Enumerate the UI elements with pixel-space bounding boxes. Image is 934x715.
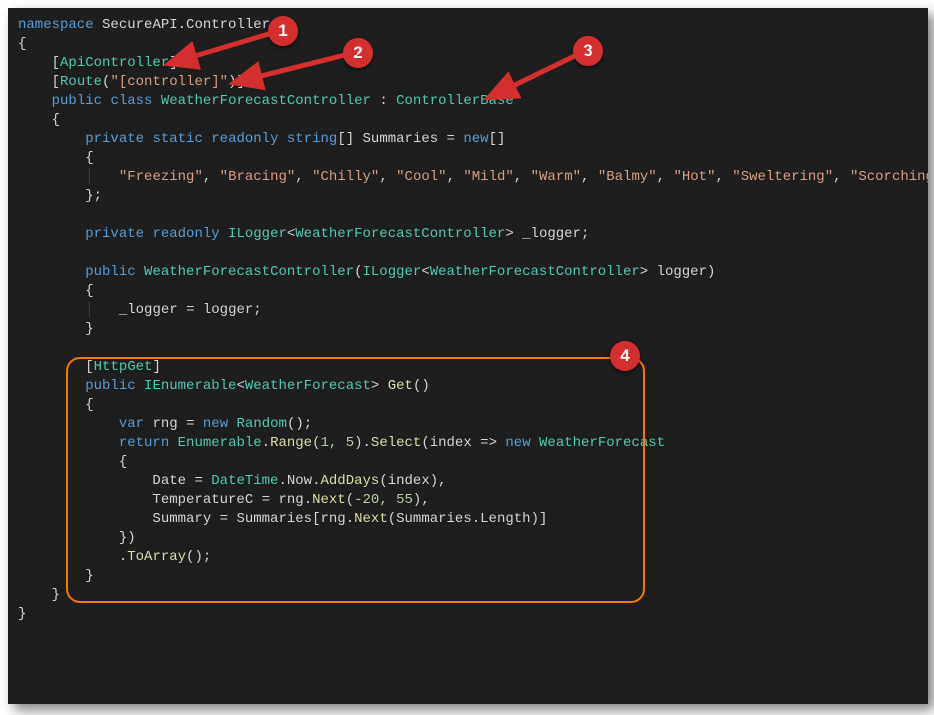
property: Summary — [152, 511, 211, 527]
type: Random — [237, 416, 287, 432]
string: "Freezing" — [119, 169, 203, 185]
keyword: new — [505, 435, 530, 451]
keyword: class — [110, 93, 152, 109]
variable: rng — [278, 492, 303, 508]
method: Get — [388, 378, 413, 394]
type: WeatherForecast — [539, 435, 665, 451]
property: Date — [152, 473, 186, 489]
type: ILogger — [228, 226, 287, 242]
type: WeatherForecastController — [430, 264, 640, 280]
keyword: string — [287, 131, 337, 147]
type: ILogger — [363, 264, 422, 280]
class-name: WeatherForecastController — [161, 93, 371, 109]
type: WeatherForecastController — [295, 226, 505, 242]
type: WeatherForecast — [245, 378, 371, 394]
keyword: static — [152, 131, 202, 147]
property: TemperatureC — [152, 492, 253, 508]
param: logger — [657, 264, 707, 280]
number: 1, 5 — [321, 435, 355, 451]
keyword: public — [85, 264, 135, 280]
property: Now — [287, 473, 312, 489]
string: "[controller]" — [110, 74, 228, 90]
param: index — [430, 435, 472, 451]
variable: rng — [320, 511, 345, 527]
keyword: readonly — [152, 226, 219, 242]
field: Summaries — [236, 511, 312, 527]
method: Next — [312, 492, 346, 508]
keyword: public — [85, 378, 135, 394]
keyword: namespace — [18, 17, 94, 33]
field: _logger — [522, 226, 581, 242]
keyword: private — [85, 131, 144, 147]
field: _logger — [119, 302, 178, 318]
string: "Mild" — [463, 169, 513, 185]
property: Length — [480, 511, 530, 527]
method: AddDays — [321, 473, 380, 489]
field: Summaries — [363, 131, 439, 147]
attribute: Route — [60, 74, 102, 90]
namespace-name: SecureAPI.Controllers — [102, 17, 278, 33]
attribute: ApiController — [60, 55, 169, 71]
keyword: new — [203, 416, 228, 432]
param: index — [388, 473, 430, 489]
keyword: readonly — [211, 131, 278, 147]
string: "Cool" — [396, 169, 446, 185]
method: Select — [371, 435, 421, 451]
method: Next — [354, 511, 388, 527]
code-block: namespace SecureAPI.Controllers { [ApiCo… — [18, 16, 918, 624]
keyword: var — [119, 416, 144, 432]
string: "Hot" — [673, 169, 715, 185]
code-editor: namespace SecureAPI.Controllers { [ApiCo… — [8, 8, 928, 704]
string: "Sweltering" — [732, 169, 833, 185]
keyword: return — [119, 435, 169, 451]
string: "Balmy" — [598, 169, 657, 185]
field: Summaries — [396, 511, 472, 527]
ctor: WeatherForecastController — [144, 264, 354, 280]
base-class: ControllerBase — [396, 93, 514, 109]
type: DateTime — [211, 473, 278, 489]
attribute: HttpGet — [94, 359, 153, 375]
string: "Bracing" — [220, 169, 296, 185]
number: -20, 55 — [354, 492, 413, 508]
method: Range — [270, 435, 312, 451]
string: "Warm" — [531, 169, 581, 185]
type: IEnumerable — [144, 378, 236, 394]
keyword: new — [463, 131, 488, 147]
type: Enumerable — [178, 435, 262, 451]
string: "Scorching" — [850, 169, 928, 185]
keyword: private — [85, 226, 144, 242]
keyword: public — [52, 93, 102, 109]
variable: rng — [152, 416, 177, 432]
string: "Chilly" — [312, 169, 379, 185]
method: ToArray — [127, 549, 186, 565]
param: logger — [203, 302, 253, 318]
